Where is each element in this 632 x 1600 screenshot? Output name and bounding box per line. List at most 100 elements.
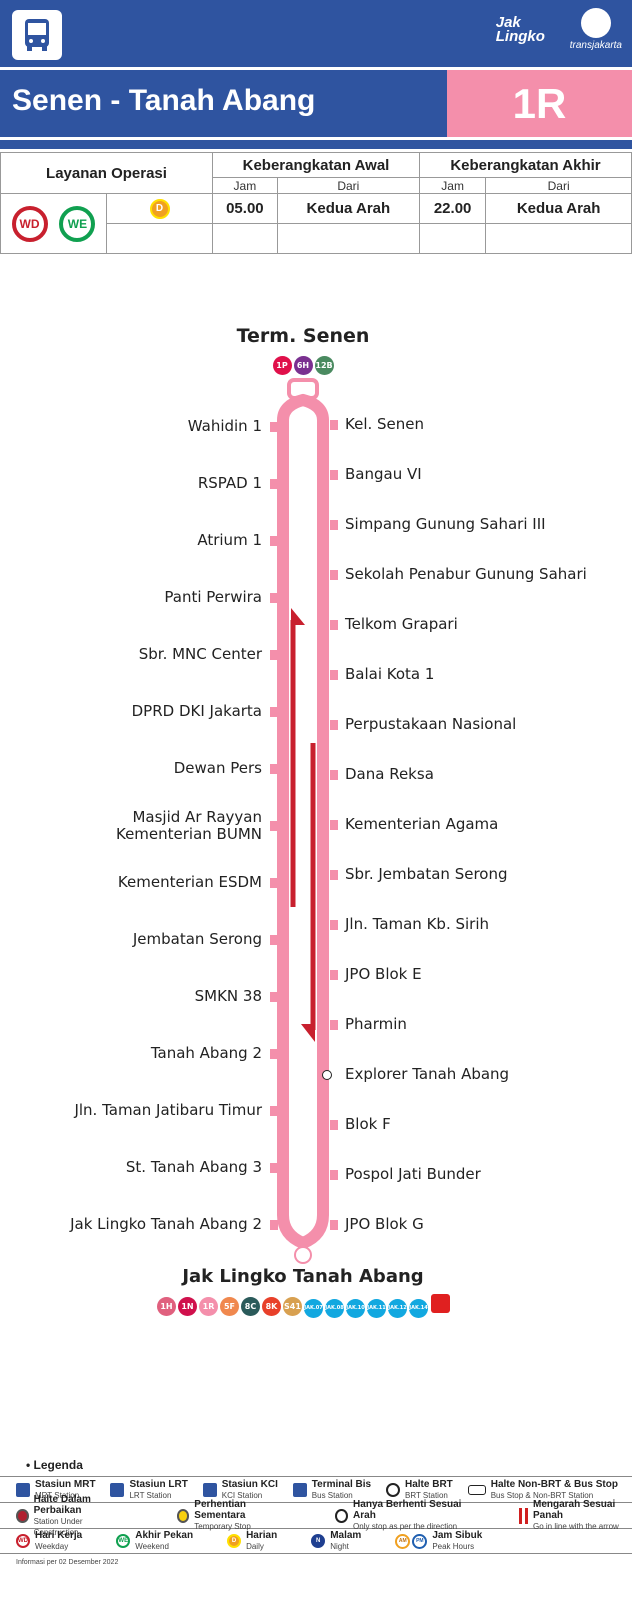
stop-right[interactable]: Balai Kota 1 (345, 666, 434, 683)
stop-marker (270, 1106, 278, 1116)
stop-marker (330, 470, 338, 480)
weekend-icon: WE (116, 1534, 131, 1548)
stop-right[interactable]: Perpustakaan Nasional (345, 716, 516, 733)
legend-label: Halte Non-BRT & Bus Stop (490, 1478, 618, 1490)
legend-label: Jam Sibuk (432, 1530, 483, 1541)
footnote: Informasi per 02 Desember 2022 (16, 1559, 119, 1566)
route-badge[interactable]: 8C (241, 1297, 260, 1316)
stop-marker (270, 1220, 278, 1230)
route-badge[interactable]: 5F (220, 1297, 239, 1316)
stop-marker (330, 720, 338, 730)
stop-left[interactable]: Jln. Taman Jatibaru Timur (74, 1102, 262, 1119)
legend-label: Stasiun KCI (221, 1478, 278, 1490)
stop-marker (330, 1120, 338, 1130)
stop-marker (270, 707, 278, 717)
stop-right[interactable]: Simpang Gunung Sahari III (345, 516, 546, 533)
legend-label: Hanya Berhenti Sesuai Arah (353, 1499, 462, 1521)
brt-stop-icon (386, 1482, 400, 1497)
stop-left[interactable]: Jembatan Serong (133, 931, 262, 948)
legend-label: Akhir Pekan (135, 1530, 194, 1541)
legend-title: • Legenda (26, 1458, 83, 1472)
stop-right[interactable]: Sbr. Jembatan Serong (345, 866, 508, 883)
stop-right[interactable]: JPO Blok E (345, 966, 422, 983)
stop-marker (270, 422, 278, 432)
stop-left[interactable]: Sbr. MNC Center (139, 646, 262, 663)
stop-right[interactable]: Jln. Taman Kb. Sirih (345, 916, 489, 933)
stop-marker (330, 520, 338, 530)
stop-marker (270, 1049, 278, 1059)
stop-right[interactable]: Kementerian Agama (345, 816, 498, 833)
route-badge[interactable]: JAK.11 (367, 1298, 386, 1318)
stop-right[interactable]: Bangau VI (345, 466, 422, 483)
peak-hours-icon: AM PM (395, 1533, 428, 1549)
end-connections: 1H 1N 1R 5F 8C 8K S41 JAK.07 JAK.08 JAK.10 JAK.11 J… (0, 1294, 606, 1318)
legend-item: Mengarah Sesuai Panah Go in line with the… (518, 1499, 632, 1532)
stop-marker (270, 536, 278, 546)
legend-label: Hari Kerja (35, 1530, 83, 1541)
legend-sublabel: Weekend (135, 1542, 169, 1551)
stop-left[interactable]: Atrium 1 (197, 532, 262, 549)
stop-right[interactable]: Kel. Senen (345, 416, 424, 433)
route-badge[interactable]: 1N (178, 1297, 197, 1316)
stop-marker (270, 821, 278, 831)
stop-left[interactable]: Kementerian ESDM (118, 874, 262, 891)
route-badge[interactable]: JAK.07 (304, 1298, 323, 1318)
route-badge[interactable]: JAK.08 (325, 1298, 344, 1318)
under-construction-icon (16, 1508, 29, 1523)
stop-left[interactable]: St. Tanah Abang 3 (126, 1159, 262, 1176)
end-terminal-name: Jak Lingko Tanah Abang (182, 1266, 424, 1287)
stop-right[interactable]: Explorer Tanah Abang (345, 1066, 509, 1083)
stop-right[interactable]: Dana Reksa (345, 766, 434, 783)
stop-left[interactable]: RSPAD 1 (198, 475, 262, 492)
stop-left[interactable]: Wahidin 1 (188, 418, 262, 435)
stop-marker (270, 479, 278, 489)
stop-left[interactable]: SMKN 38 (195, 988, 262, 1005)
bus-terminal-icon (292, 1482, 307, 1497)
stop-left[interactable]: Jak Lingko Tanah Abang 2 (70, 1216, 262, 1233)
stop-marker (330, 820, 338, 830)
legend-item: N Malam Night (311, 1530, 361, 1552)
route-badge[interactable]: 8K (262, 1297, 281, 1316)
stop-right[interactable]: Pospol Jati Bunder (345, 1166, 481, 1183)
legend: • Legenda Stasiun MRT MRT Station Stasiun … (0, 1458, 632, 1566)
stop-marker (330, 770, 338, 780)
route-badge[interactable]: JAK.12 (388, 1298, 407, 1318)
route-badge[interactable]: JAK.14 (409, 1298, 428, 1318)
stop-left[interactable]: Dewan Pers (174, 760, 262, 777)
stop-right[interactable]: Sekolah Penabur Gunung Sahari (345, 566, 587, 583)
weekday-icon: WD (16, 1534, 30, 1548)
am-badge: AM (395, 1533, 411, 1549)
end-stop-icon (294, 1246, 312, 1264)
train-station-icon (431, 1294, 450, 1313)
temporary-stop-icon (176, 1508, 190, 1523)
legend-item: Halte Non-BRT & Bus Stop Bus Stop & Non-B… (467, 1478, 618, 1501)
pm-badge: PM (412, 1533, 428, 1549)
legend-label: Halte Dalam Perbaikan (33, 1493, 91, 1516)
legend-sublabel: Peak Hours (432, 1542, 475, 1551)
legend-item: Stasiun KCI KCI Station (202, 1478, 278, 1501)
stop-marker (270, 764, 278, 774)
stop-right[interactable]: Telkom Grapari (345, 616, 458, 633)
legend-item: Halte BRT BRT Station (386, 1479, 453, 1501)
stop-left[interactable]: DPRD DKI Jakarta (132, 703, 262, 720)
legend-item: Perhentian Sementara Temporary Stop (176, 1499, 286, 1532)
stop-right[interactable]: Pharmin (345, 1016, 407, 1033)
stop-left[interactable]: Panti Perwira (164, 589, 262, 606)
legend-sublabel: LRT Station (129, 1490, 172, 1500)
route-badge[interactable]: S41 (283, 1297, 302, 1316)
route-badge[interactable]: 1H (157, 1297, 176, 1316)
stop-marker (270, 593, 278, 603)
stop-marker (330, 420, 338, 430)
stop-marker (330, 1170, 338, 1180)
stop-left[interactable]: Tanah Abang 2 (151, 1045, 262, 1062)
legend-item: WD Hari Kerja Weekday (16, 1530, 82, 1552)
stop-marker (270, 878, 278, 888)
route-badge[interactable]: 1R (199, 1297, 218, 1316)
stop-right[interactable]: Blok F (345, 1116, 391, 1133)
stop-left[interactable]: Masjid Ar Rayyan Kementerian BUMN (116, 809, 262, 843)
legend-label: Malam (330, 1530, 362, 1541)
route-badge[interactable]: JAK.10 (346, 1298, 365, 1318)
stop-marker (330, 620, 338, 630)
stop-right[interactable]: JPO Blok G (345, 1216, 424, 1233)
legend-label: Mengarah Sesuai Panah (532, 1499, 616, 1521)
